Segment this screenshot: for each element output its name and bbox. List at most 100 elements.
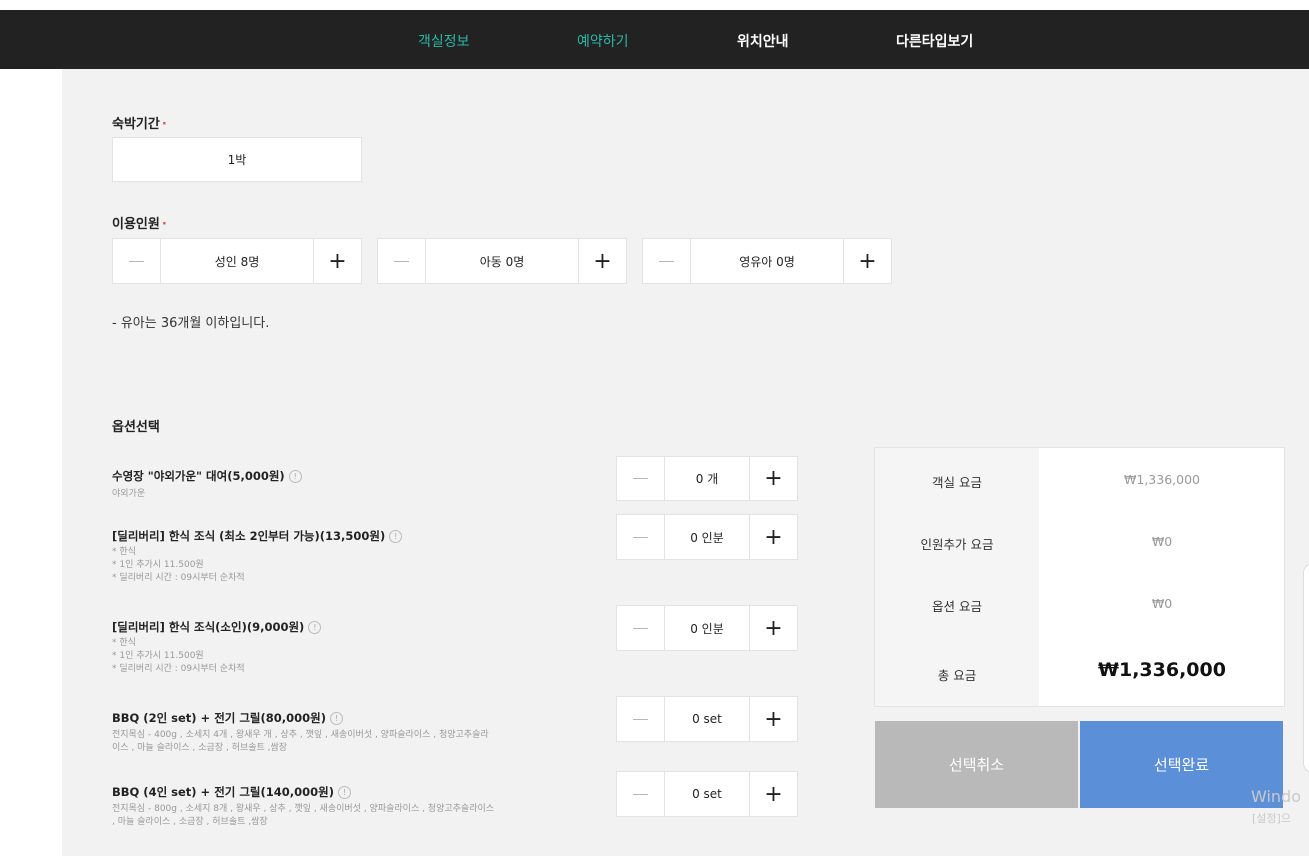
child-plus-button[interactable]: +: [578, 239, 626, 283]
option-title-text: BBQ (2인 set) + 전기 그릴(80,000원): [112, 711, 326, 725]
total-price-label: 총 요금: [937, 668, 977, 683]
options-label: 옵션선택: [112, 420, 160, 435]
stay-period-label: 숙박기간 ·: [112, 113, 167, 132]
option-stepper: 0 set +: [616, 771, 798, 817]
option-count: 0 개: [695, 472, 719, 486]
room-price-value: ₩1,336,000: [1124, 472, 1200, 487]
option-desc-line: * 딜리버리 시간 : 09시부터 순차적: [112, 573, 245, 583]
option-title: BBQ (2인 set) + 전기 그릴(80,000원)!: [112, 710, 343, 726]
adult-count: 성인 8명: [214, 254, 260, 269]
info-icon[interactable]: !: [389, 530, 403, 543]
child-stepper: 아동 0명 +: [377, 238, 627, 284]
tab-location[interactable]: 위치안내: [737, 31, 789, 51]
minus-icon: [633, 536, 648, 538]
infant-plus-button[interactable]: +: [843, 239, 891, 283]
extra-guest-price-value: ₩0: [1151, 534, 1173, 549]
option-desc-line: * 1인 추가시 11.500원: [112, 560, 204, 570]
floating-side-panel: [1303, 563, 1309, 773]
minus-icon: [129, 260, 144, 262]
tab-room-info[interactable]: 객실정보: [418, 31, 470, 51]
option-desc-line: * 1인 추가시 11.500원: [112, 651, 204, 661]
plus-icon: +: [764, 466, 783, 491]
option-plus-button[interactable]: +: [749, 457, 797, 500]
option-stepper: 0 set +: [616, 696, 798, 742]
cancel-selection-button[interactable]: 선택취소: [875, 721, 1078, 808]
option-count: 0 인분: [690, 621, 724, 636]
option-stepper: 0 인분 +: [616, 514, 798, 560]
windows-activation-subtext: [설정]으: [1252, 812, 1291, 825]
option-desc: 야외가운: [112, 488, 145, 501]
stay-period-value: 1박: [227, 153, 247, 167]
option-price-value: ₩0: [1151, 596, 1173, 611]
option-minus-button[interactable]: [617, 606, 665, 650]
option-desc-line: 야외가운: [112, 489, 146, 499]
plus-icon: +: [764, 524, 783, 550]
option-minus-button[interactable]: [617, 697, 665, 741]
option-title: BBQ (4인 set) + 전기 그릴(140,000원)!: [112, 784, 351, 800]
option-title-text: [딜리버리] 한식 조식 (최소 2인부터 가능)(13,500원): [112, 529, 386, 543]
info-icon[interactable]: !: [288, 470, 302, 483]
option-stepper: 0 인분 +: [616, 605, 798, 651]
plus-icon: +: [764, 615, 783, 641]
room-price-label: 객실 요금: [932, 475, 982, 490]
plus-icon: +: [593, 248, 612, 274]
tab-other-types[interactable]: 다른타입보기: [896, 31, 973, 51]
info-icon[interactable]: !: [330, 712, 343, 725]
option-plus-button[interactable]: +: [749, 697, 797, 741]
minus-icon: [633, 478, 648, 479]
plus-icon: +: [858, 248, 877, 274]
option-minus-button[interactable]: [617, 772, 665, 816]
option-count: 0 set: [692, 712, 722, 726]
child-minus-button[interactable]: [378, 239, 426, 283]
stay-period-select[interactable]: 1박: [112, 137, 362, 182]
infant-count: 영유아 0명: [739, 254, 795, 269]
option-desc-line: * 딜리버리 시간 : 09시부터 순차적: [112, 664, 245, 674]
adult-stepper: 성인 8명 +: [112, 238, 362, 284]
infant-stepper: 영유아 0명 +: [642, 238, 892, 284]
adult-minus-button[interactable]: [113, 239, 161, 283]
extra-guest-price-label: 인원추가 요금: [920, 537, 994, 552]
option-desc: 전지목심 - 800g , 소세지 8개 , 왕새우 , 상추 , 깻잎 , 새…: [112, 803, 494, 829]
option-count: 0 인분: [690, 530, 724, 545]
option-title: [딜리버리] 한식 조식(소인)(9,000원)!: [112, 619, 322, 635]
option-minus-button[interactable]: [617, 457, 665, 500]
option-plus-button[interactable]: +: [749, 515, 797, 559]
stay-period-label-text: 숙박기간: [112, 117, 160, 132]
minus-icon: [633, 718, 648, 720]
info-icon[interactable]: !: [338, 786, 351, 799]
option-title-text: BBQ (4인 set) + 전기 그릴(140,000원): [112, 785, 334, 799]
top-nav-bar: 객실정보 예약하기 위치안내 다른타입보기: [0, 10, 1309, 69]
total-price-value: ₩1,336,000: [1098, 659, 1226, 681]
minus-icon: [659, 260, 674, 262]
option-desc: * 한식 * 1인 추가시 11.500원 * 딜리버리 시간 : 09시부터 …: [112, 546, 245, 585]
option-minus-button[interactable]: [617, 515, 665, 559]
option-title-text: [딜리버리] 한식 조식(소인)(9,000원): [112, 620, 305, 634]
infant-note: - 유아는 36개월 이하입니다.: [112, 316, 270, 331]
child-count: 아동 0명: [479, 254, 525, 269]
option-desc: * 한식 * 1인 추가시 11.500원 * 딜리버리 시간 : 09시부터 …: [112, 637, 245, 676]
minus-icon: [633, 793, 648, 795]
option-plus-button[interactable]: +: [749, 772, 797, 816]
option-desc-line: * 한식: [112, 638, 136, 648]
option-desc-line: * 한식: [112, 547, 136, 557]
option-desc-line: 이스 , 마늘 슬라이스 , 소금장 , 허브솔트 ,쌈장: [112, 743, 288, 753]
tab-reservation[interactable]: 예약하기: [577, 31, 629, 51]
minus-icon: [394, 260, 409, 262]
info-icon[interactable]: !: [308, 621, 322, 634]
option-desc-line: 전지목심 - 400g , 소세지 4개 , 왕새우 개 , 상추 , 깻잎 ,…: [112, 730, 489, 740]
plus-icon: +: [764, 781, 783, 807]
option-stepper: 0 개 +: [616, 456, 798, 501]
guests-label: 이용인원 ·: [112, 213, 167, 232]
adult-plus-button[interactable]: +: [313, 239, 361, 283]
plus-icon: +: [328, 248, 347, 274]
option-desc-line: 전지목심 - 800g , 소세지 8개 , 왕새우 , 상추 , 깻잎 , 새…: [112, 804, 495, 814]
option-price-label: 옵션 요금: [932, 599, 982, 614]
option-title-text: 수영장 "야외가운" 대여(5,000원): [112, 469, 285, 483]
price-summary: 객실 요금 ₩1,336,000 인원추가 요금 ₩0 옵션 요금 ₩0 총 요…: [874, 447, 1285, 707]
infant-minus-button[interactable]: [643, 239, 691, 283]
option-desc: 전지목심 - 400g , 소세지 4개 , 왕새우 개 , 상추 , 깻잎 ,…: [112, 729, 489, 755]
minus-icon: [633, 627, 648, 629]
guests-label-text: 이용인원: [112, 217, 160, 232]
option-plus-button[interactable]: +: [749, 606, 797, 650]
option-count: 0 set: [692, 787, 722, 801]
